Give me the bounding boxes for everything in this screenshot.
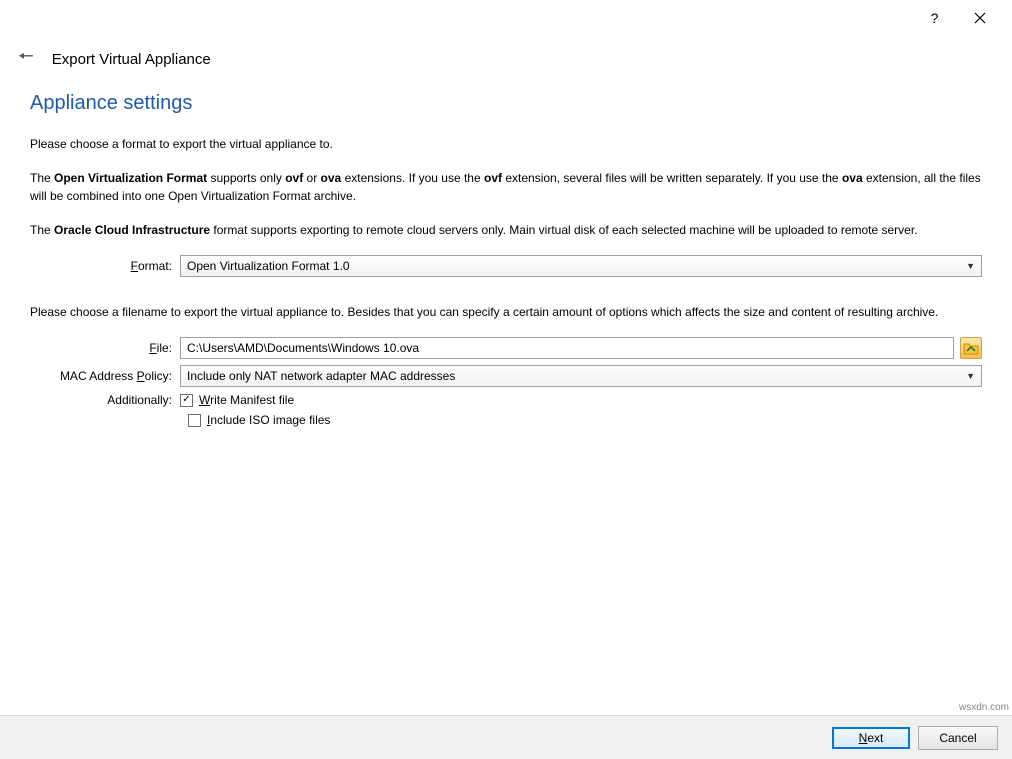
file-label: File: [30,341,180,355]
window-title: Export Virtual Appliance [52,51,211,68]
write-manifest-checkbox[interactable]: ✓ [180,394,193,407]
include-iso-checkbox[interactable] [188,414,201,427]
mac-policy-label: MAC Address Policy: [30,369,180,383]
format-label: Format: [30,259,180,273]
include-iso-label[interactable]: Include ISO image files [207,413,330,427]
watermark: wsxdn.com [959,702,1009,713]
help-button[interactable]: ? [912,3,957,33]
intro-text: Please choose a format to export the vir… [30,135,982,153]
back-arrow-icon[interactable]: 🠔 [18,44,34,74]
browse-file-button[interactable] [960,337,982,359]
chevron-down-icon: ▼ [966,371,975,381]
file-value: C:\Users\AMD\Documents\Windows 10.ova [187,341,419,355]
file-hint-text: Please choose a filename to export the v… [30,303,982,321]
chevron-down-icon: ▼ [966,261,975,271]
write-manifest-label[interactable]: Write Manifest file [199,393,294,407]
mac-policy-value: Include only NAT network adapter MAC add… [187,369,455,383]
oci-description: The Oracle Cloud Infrastructure format s… [30,221,982,239]
format-select[interactable]: Open Virtualization Format 1.0 ▼ [180,255,982,277]
next-button[interactable]: Next [832,727,910,749]
page-heading: Appliance settings [30,92,982,115]
file-input[interactable]: C:\Users\AMD\Documents\Windows 10.ova [180,337,954,359]
cancel-button[interactable]: Cancel [918,726,998,750]
close-button[interactable] [957,3,1002,33]
mac-policy-select[interactable]: Include only NAT network adapter MAC add… [180,365,982,387]
format-value: Open Virtualization Format 1.0 [187,259,350,273]
ovf-description: The Open Virtualization Format supports … [30,169,982,205]
additionally-label: Additionally: [30,393,180,407]
